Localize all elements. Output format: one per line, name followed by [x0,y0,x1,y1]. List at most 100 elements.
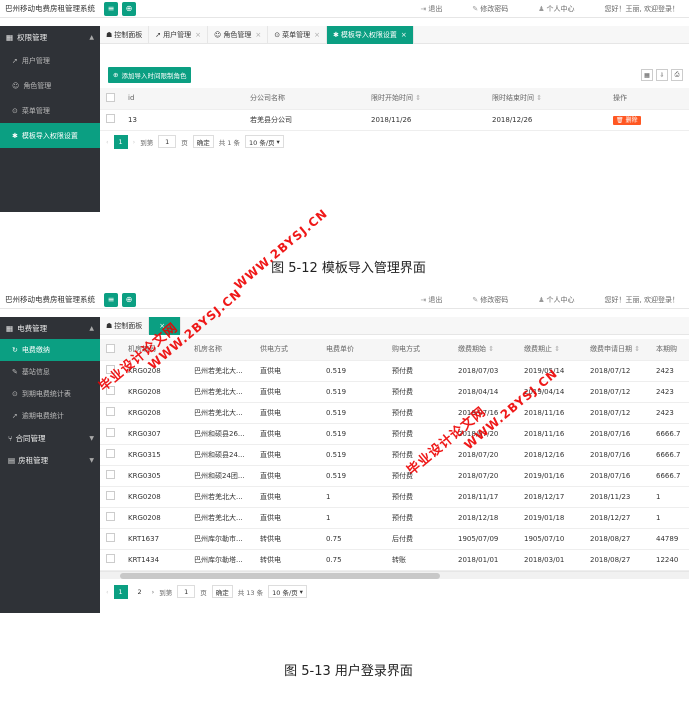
smile-icon: ☺ [12,81,20,90]
row-checkbox-cell [100,402,122,424]
col-period-start[interactable]: 缴费期始 ⇕ [452,339,518,361]
page-size-select[interactable]: 10 条/页 ▾ [268,585,307,598]
logout-link[interactable]: ⇥ 退出 [421,295,443,305]
menu-toggle-button[interactable]: ≡ [104,292,118,307]
sidebar-item-due-stats[interactable]: ⊙ 到期电费统计表 [0,383,100,405]
page-current[interactable]: 1 [113,134,128,149]
profile-link[interactable]: ♟ 个人中心 [538,4,574,14]
close-icon[interactable]: × [195,31,201,39]
sidebar-group-electricity[interactable]: ▦ 电费管理 ▲ [0,317,100,339]
col-branch-name[interactable]: 分公司名称 [244,88,365,110]
dropdown-icon: ▾ [299,587,303,596]
table-row: KRT1434 巴州库尔勒塔... 转供电 0.75 转账 2018/01/01 2018/… [100,549,689,571]
sidebar-item-roles[interactable]: ☺ 角色管理 [0,73,100,98]
sidebar-group-contracts[interactable]: ⑂ 合同管理 ▼ [0,427,100,449]
col-start-time[interactable]: 限时开始时间 ⇕ [365,88,486,110]
change-password-label: 修改密码 [480,5,509,13]
goto-page-input[interactable]: 1 [177,585,196,598]
select-all-checkbox[interactable] [106,343,115,353]
next-page-icon[interactable]: › [133,138,136,146]
columns-icon[interactable]: ▦ [641,69,653,81]
sidebar-item-users[interactable]: ➚ 用户管理 [0,48,100,73]
row-checkbox-cell [100,465,122,487]
prev-page-icon[interactable]: ‹ [106,588,109,596]
home-button[interactable]: ⊕ [122,1,136,16]
close-icon[interactable]: × [255,31,261,39]
send-icon: ➚ [12,412,18,420]
col-id[interactable]: id [122,88,244,110]
row-checkbox[interactable] [106,512,115,521]
list-icon: ▤ [8,455,16,465]
send-icon: ➚ [155,30,162,39]
row-checkbox[interactable] [106,491,115,500]
cell-supply-type: 直供电 [254,507,320,529]
change-password-link[interactable]: ✎ 修改密码 [472,4,508,14]
col-unit-price[interactable]: 电费单价 [320,339,386,361]
col-current-purchase[interactable]: 本期购 [650,339,689,361]
profile-link[interactable]: ♟ 个人中心 [538,295,574,305]
cell-supply-type: 直供电 [254,465,320,487]
sidebar-group-permissions[interactable]: ▦ 权限管理 ▲ [0,26,100,48]
row-checkbox-cell [100,507,122,529]
cell-actions: 🗑 删除 [607,109,689,131]
page-size-select[interactable]: 10 条/页 ▾ [245,135,284,148]
row-checkbox[interactable] [106,554,115,563]
goto-page-input[interactable]: 1 [158,135,177,148]
sidebar-item-base-station[interactable]: ✎ 基站信息 [0,361,100,383]
dashboard-icon: ☗ [106,30,113,39]
cell-room-name: 巴州若羌北大... [188,360,254,382]
col-room-name[interactable]: 机房名称 [188,339,254,361]
delete-button[interactable]: 🗑 删除 [613,116,641,125]
print-icon[interactable]: ⎙ [671,69,683,81]
row-checkbox[interactable] [106,533,115,542]
menu-toggle-button[interactable]: ≡ [104,1,118,16]
col-label: 缴费期始 [458,345,486,354]
scrollbar-thumb[interactable] [120,572,440,579]
goto-confirm-button[interactable]: 确定 [211,585,233,598]
sidebar-group-rent[interactable]: ▤ 房租管理 ▼ [0,449,100,471]
tab-template-import[interactable]: ✱ 模板导入权限设置 × [326,25,414,44]
col-period-end[interactable]: 缴费期止 ⇕ [518,339,584,361]
tab-roles[interactable]: ☺ 角色管理 × [208,25,269,44]
goto-confirm-button[interactable]: 确定 [192,135,214,148]
cell-room-name: 巴州若羌北大... [188,381,254,403]
cell-apply-date: 2018/07/16 [584,444,650,466]
tab-users[interactable]: ➚ 用户管理 × [149,25,209,44]
cell-period-start: 1905/07/09 [452,528,518,550]
page-current[interactable]: 1 [113,584,128,599]
col-purchase-type[interactable]: 购电方式 [386,339,452,361]
col-end-time[interactable]: 限时结束时间 ⇕ [486,88,607,110]
row-checkbox[interactable] [106,114,115,123]
cell-period-end: 2018/03/01 [518,549,584,571]
close-icon[interactable]: × [401,31,407,39]
prev-page-icon[interactable]: ‹ [106,138,109,146]
sidebar-item-template-import[interactable]: ✱ 模板导入权限设置 [0,123,100,148]
tab-dashboard[interactable]: ☗ 控制面板 [100,25,150,44]
cell-room-name: 巴州和硕24团... [188,465,254,487]
sidebar-item-payment[interactable]: ↻ 电费缴纳 [0,339,100,361]
tab-menus[interactable]: ⊙ 菜单管理 × [268,25,327,44]
sidebar-item-menus[interactable]: ⊙ 菜单管理 [0,98,100,123]
export-icon[interactable]: ⇩ [656,69,668,81]
sidebar-item-overdue-stats[interactable]: ➚ 逾期电费统计 [0,405,100,427]
row-checkbox[interactable] [106,428,115,437]
col-supply-type[interactable]: 供电方式 [254,339,320,361]
row-checkbox[interactable] [106,407,115,416]
close-icon[interactable]: × [314,31,320,39]
add-time-limit-role-button[interactable]: ⊕ 添加导入时间限制角色 [108,67,192,83]
select-all-checkbox[interactable] [106,92,115,102]
total-count: 共 13 条 [237,588,264,597]
tab-dashboard[interactable]: ☗ 控制面板 [100,316,150,335]
change-password-link[interactable]: ✎ 修改密码 [472,295,508,305]
gear-icon: ✱ [332,30,339,39]
home-button[interactable]: ⊕ [122,292,136,307]
row-checkbox[interactable] [106,449,115,458]
row-checkbox[interactable] [106,470,115,479]
logout-link[interactable]: ⇥ 退出 [421,4,443,14]
horizontal-scrollbar[interactable] [100,570,689,579]
table-row: 13 若羌县分公司 2018/11/26 2018/12/26 🗑 删除 [100,109,689,131]
next-page-icon[interactable]: › [152,588,155,596]
cell-room-code: KRG0307 [122,423,188,445]
page-2[interactable]: 2 [133,585,147,599]
col-apply-date[interactable]: 缴费申请日期 ⇕ [584,339,650,361]
